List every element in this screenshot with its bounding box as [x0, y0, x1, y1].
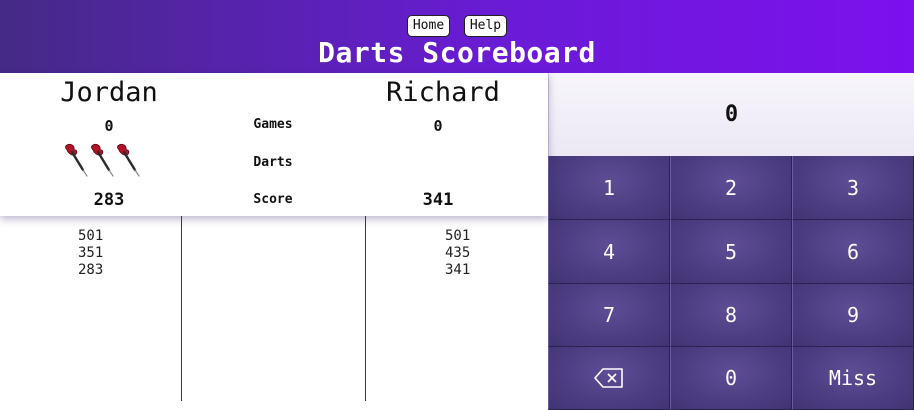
header: Home Help Darts Scoreboard	[0, 0, 914, 73]
backspace-icon	[594, 368, 623, 388]
history-entry: 501	[78, 228, 104, 244]
history-entry: 501	[445, 228, 471, 244]
nav-bar: Home Help	[0, 14, 914, 37]
home-button[interactable]: Home	[406, 15, 451, 37]
keypad: 1 2 3 4 5 6 7 8 9 0 Miss	[548, 156, 914, 410]
miss-button[interactable]: Miss	[792, 347, 914, 410]
games-label: Games	[253, 117, 293, 132]
key-7[interactable]: 7	[548, 284, 670, 347]
key-4[interactable]: 4	[548, 220, 670, 284]
backspace-button[interactable]	[548, 347, 670, 410]
help-button[interactable]: Help	[463, 15, 508, 37]
key-0[interactable]: 0	[670, 347, 792, 410]
key-8[interactable]: 8	[670, 284, 792, 347]
player2-score: 341	[422, 190, 454, 210]
score-input-display: 0	[548, 73, 914, 156]
column-divider	[365, 216, 366, 401]
dart-icon	[116, 143, 142, 179]
player2-score-history: 501 435 341	[445, 228, 470, 279]
column-divider	[181, 216, 182, 401]
player2-games: 0	[433, 117, 443, 135]
key-3[interactable]: 3	[792, 156, 914, 220]
key-1[interactable]: 1	[548, 156, 670, 220]
history-entry: 435	[445, 245, 471, 261]
history-entry: 341	[445, 262, 471, 278]
player1-score-history: 501 351 283	[78, 228, 103, 279]
score-label: Score	[253, 192, 293, 207]
player1-games: 0	[104, 117, 114, 135]
key-2[interactable]: 2	[670, 156, 792, 220]
player2-name: Richard	[386, 77, 500, 108]
darts-label: Darts	[253, 155, 293, 170]
history-entry: 283	[78, 262, 104, 278]
key-5[interactable]: 5	[670, 220, 792, 284]
scoreboard-panel: Jordan Richard 0 Games 0 Darts 283 Score…	[0, 73, 548, 216]
player1-darts	[64, 143, 154, 181]
player1-score: 283	[93, 190, 125, 210]
page-title: Darts Scoreboard	[318, 36, 596, 69]
history-entry: 351	[78, 245, 104, 261]
key-6[interactable]: 6	[792, 220, 914, 284]
dart-icon	[90, 143, 116, 179]
player2-darts	[392, 143, 482, 181]
player1-name: Jordan	[60, 77, 158, 108]
dart-icon	[64, 143, 90, 179]
key-9[interactable]: 9	[792, 284, 914, 347]
